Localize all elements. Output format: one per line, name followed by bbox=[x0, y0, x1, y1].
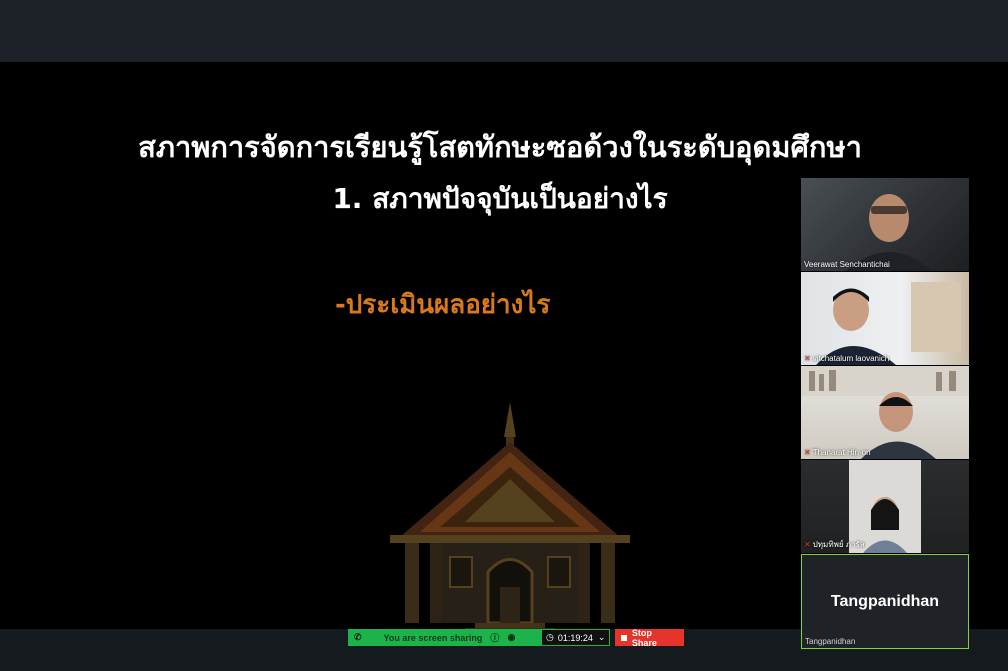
participant-name: ✕ vitchatalum laovanich bbox=[804, 354, 890, 363]
thai-temple-illustration bbox=[390, 402, 630, 629]
slide-bullet: -ประเมินผลอย่างไร bbox=[335, 290, 551, 320]
meeting-top-bar bbox=[0, 0, 1008, 62]
meeting-timer[interactable]: ◷ 01:19:24 ⌄ bbox=[541, 629, 610, 646]
participant-tile[interactable]: ✕ Thanarat Hin-on bbox=[801, 366, 969, 459]
participant-name: Veerawat Senchantichai bbox=[804, 260, 890, 269]
clock-icon: ◷ bbox=[546, 632, 554, 642]
info-icon[interactable]: ⓘ bbox=[490, 631, 499, 644]
stop-icon bbox=[621, 634, 627, 641]
muted-mic-icon: ✕ bbox=[804, 354, 811, 363]
phone-icon: ✆ bbox=[354, 632, 362, 642]
sharing-status-pill[interactable]: ✆ You are screen sharing ⓘ ◉ bbox=[348, 629, 541, 646]
sharing-status-text: You are screen sharing bbox=[383, 632, 483, 643]
stop-share-button[interactable]: Stop Share bbox=[615, 627, 684, 648]
participant-video bbox=[816, 282, 961, 365]
active-speaker-tile[interactable]: Tangpanidhan Tangpanidhan bbox=[801, 554, 969, 649]
participant-gallery: Veerawat Senchantichai ✕ vitchatalum laov… bbox=[801, 178, 969, 650]
participant-tile[interactable]: Veerawat Senchantichai bbox=[801, 178, 969, 271]
participant-tile[interactable]: ✕ ปทุมทิพย์ ภารัส bbox=[801, 460, 969, 553]
stop-share-label: Stop Share bbox=[631, 627, 657, 648]
slide-title: สภาพการจัดการเรียนรู้โสตทักษะซอด้วงในระด… bbox=[138, 130, 862, 164]
participant-tile[interactable]: ✕ vitchatalum laovanich bbox=[801, 272, 969, 365]
participant-name: Tangpanidhan bbox=[805, 637, 856, 646]
participant-video bbox=[846, 194, 932, 271]
participant-name: ✕ Thanarat Hin-on bbox=[804, 448, 871, 457]
muted-mic-icon: ✕ bbox=[804, 540, 811, 549]
chevron-down-icon[interactable]: ⌄ bbox=[598, 632, 606, 643]
participant-video bbox=[801, 366, 969, 459]
timer-value: 01:19:24 bbox=[557, 632, 593, 643]
shield-icon[interactable]: ◉ bbox=[507, 632, 515, 643]
participant-name: ✕ ปทุมทิพย์ ภารัส bbox=[804, 540, 865, 549]
participant-display-name: Tangpanidhan bbox=[830, 593, 940, 610]
screen-share-toolbar: ✆ You are screen sharing ⓘ ◉ ◷ 01:19:24 … bbox=[348, 627, 684, 648]
muted-mic-icon: ✕ bbox=[804, 448, 811, 457]
